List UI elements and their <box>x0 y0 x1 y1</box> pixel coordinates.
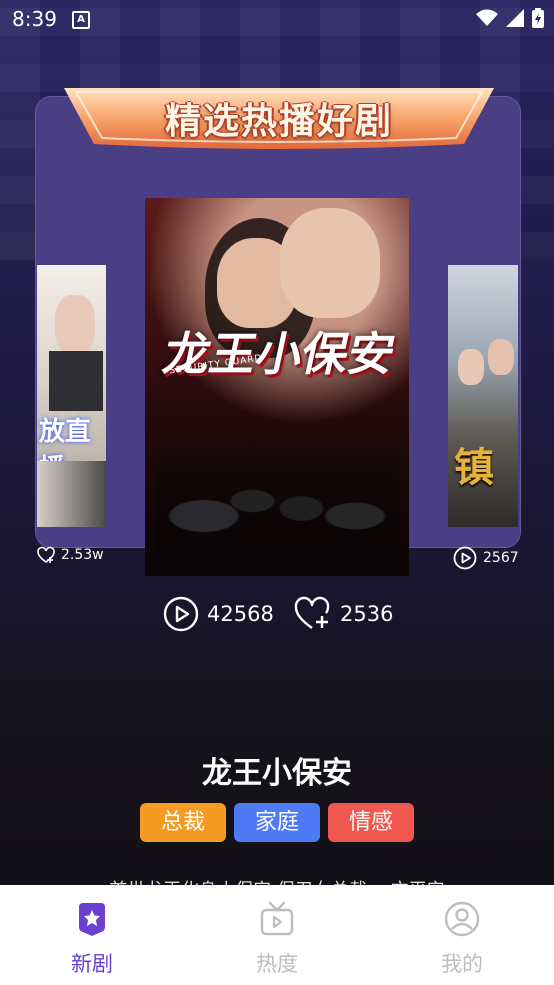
like-count-value: 2536 <box>340 602 394 626</box>
like-button[interactable]: 2536 <box>294 596 393 632</box>
user-circle-icon <box>444 901 480 937</box>
poster-right-plays: 2567 <box>453 546 519 570</box>
status-bar: 8:39 A <box>0 0 554 38</box>
like-icon <box>37 546 55 563</box>
play-circle-icon <box>163 596 199 632</box>
poster-left-plays-value: 2.53w <box>61 547 104 563</box>
poster-left[interactable]: 放直播 <box>37 265 106 527</box>
tab-new[interactable]: 新剧 <box>27 885 157 985</box>
star-badge-icon <box>79 903 105 936</box>
poster-right-face1 <box>458 349 484 385</box>
status-time: 8:39 <box>12 7 57 31</box>
poster-main-title-art: 龙王小保安 <box>158 327 401 381</box>
banner: 精选热播好剧 <box>64 84 494 150</box>
poster-left-plays: 2.53w <box>37 546 104 564</box>
tab-hot[interactable]: 热度 <box>212 885 342 985</box>
heart-plus-icon <box>294 596 330 629</box>
banner-title: 精选热播好剧 <box>164 101 393 142</box>
poster-main-face-man <box>280 208 380 318</box>
poster-left-face <box>55 295 95 355</box>
play-count-value: 42568 <box>207 602 274 626</box>
poster-right-plays-value: 2567 <box>483 550 519 566</box>
tab-new-label: 新剧 <box>71 952 113 976</box>
tag[interactable]: 总裁 <box>140 803 226 842</box>
tv-icon <box>260 901 294 936</box>
drama-stats: 42568 2536 <box>0 596 554 636</box>
tab-mine-label: 我的 <box>441 952 483 976</box>
poster-right-face2 <box>488 339 514 375</box>
bottom-tab-bar: 新剧 热度 我的 <box>0 885 554 985</box>
tag-list: 总裁 家庭 情感 <box>0 803 554 842</box>
wifi-icon <box>476 9 498 26</box>
battery-icon <box>532 8 544 28</box>
poster-left-faces <box>37 461 106 527</box>
poster-right[interactable]: 镇 <box>448 265 518 527</box>
tag[interactable]: 家庭 <box>234 803 320 842</box>
drama-title: 龙王小保安 <box>202 756 352 791</box>
tab-hot-label: 热度 <box>256 952 298 976</box>
tab-mine[interactable]: 我的 <box>397 885 527 985</box>
play-circle-icon <box>453 546 477 570</box>
signal-icon <box>506 9 524 27</box>
notification-icon: A <box>72 11 90 29</box>
poster-right-text: 镇 <box>454 445 494 491</box>
poster-left-body <box>49 351 103 411</box>
tag[interactable]: 情感 <box>328 803 414 842</box>
poster-main-crowd <box>155 426 399 576</box>
poster-main[interactable]: 龙王小保安 SECURITY GUARD <box>145 198 409 576</box>
play-count: 42568 <box>163 596 274 632</box>
